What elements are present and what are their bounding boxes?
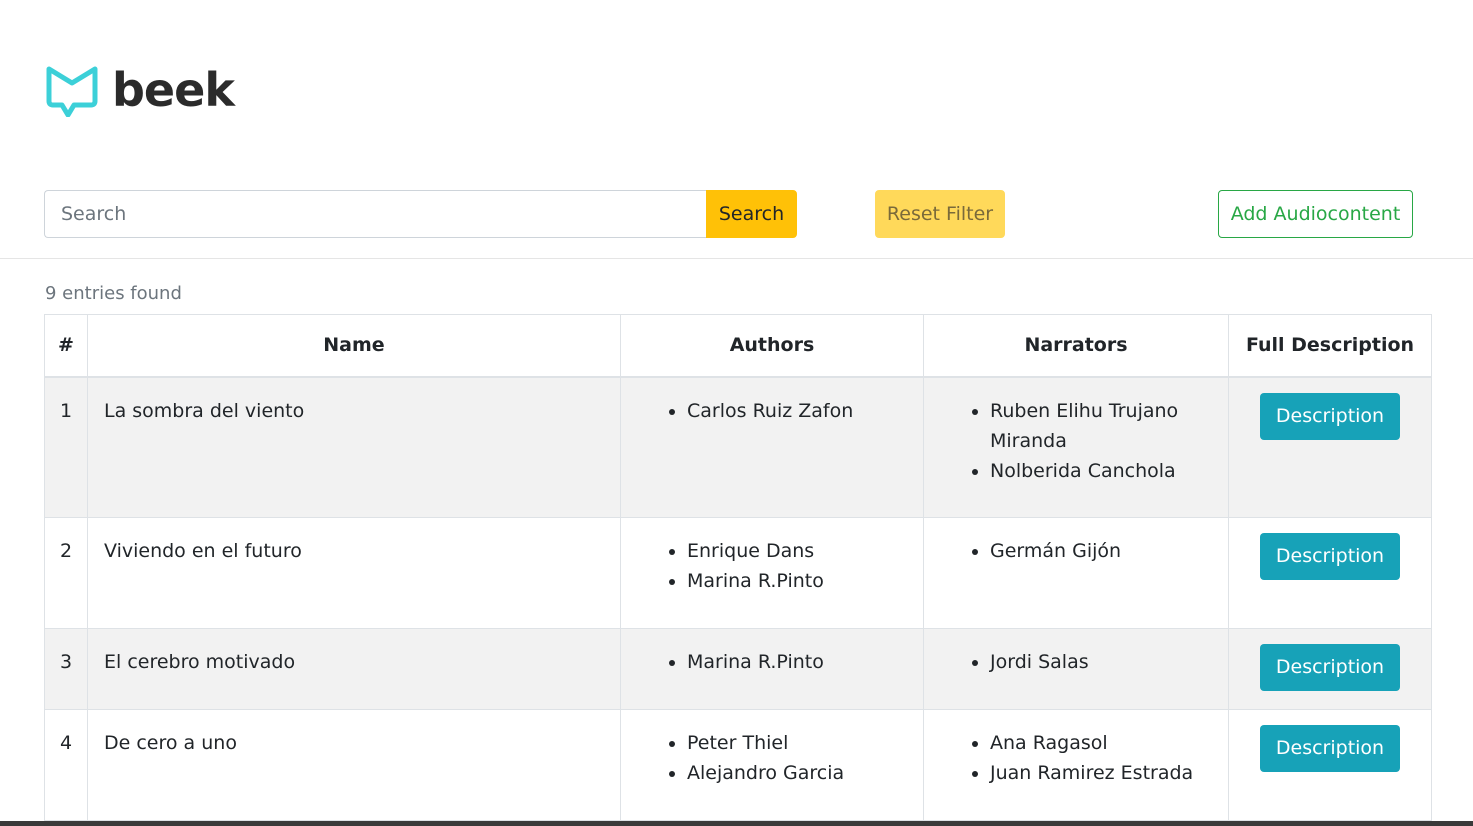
row-description-cell: Description xyxy=(1228,628,1432,710)
description-button[interactable]: Description xyxy=(1259,644,1401,691)
row-number: 2 xyxy=(44,517,88,629)
row-number: 3 xyxy=(44,628,88,710)
col-header-description: Full Description xyxy=(1228,314,1432,378)
row-number: 1 xyxy=(44,376,88,518)
table-header-row: # Name Authors Narrators Full Descriptio… xyxy=(44,314,1432,378)
row-authors: Carlos Ruiz Zafon xyxy=(620,376,924,518)
entries-count: 9 entries found xyxy=(45,283,182,304)
horizontal-scrollbar[interactable] xyxy=(0,821,1473,826)
brand-logo[interactable]: beek xyxy=(46,62,235,118)
row-authors: Peter Thiel Alejandro Garcia xyxy=(620,709,924,821)
author-item: Carlos Ruiz Zafon xyxy=(687,396,907,426)
author-item: Marina R.Pinto xyxy=(687,647,907,677)
row-description-cell: Description xyxy=(1228,376,1432,518)
table-row: 1 La sombra del viento Carlos Ruiz Zafon… xyxy=(44,376,1432,518)
narrator-item: Jordi Salas xyxy=(990,647,1212,677)
description-button[interactable]: Description xyxy=(1259,533,1401,580)
add-audiocontent-button[interactable]: Add Audiocontent xyxy=(1218,190,1413,238)
table-row: 3 El cerebro motivado Marina R.Pinto Jor… xyxy=(44,628,1432,710)
search-toolbar: Search Reset Filter Add Audiocontent xyxy=(44,190,1414,238)
narrator-item: Germán Gijón xyxy=(990,536,1212,566)
divider xyxy=(0,258,1473,259)
col-header-authors: Authors xyxy=(620,314,924,378)
search-button[interactable]: Search xyxy=(706,190,797,238)
description-button[interactable]: Description xyxy=(1259,392,1401,440)
narrator-item: Ana Ragasol xyxy=(990,728,1212,758)
narrator-item: Ruben Elihu Trujano Miranda xyxy=(990,396,1212,456)
author-item: Alejandro Garcia xyxy=(687,758,907,788)
author-item: Marina R.Pinto xyxy=(687,566,907,596)
book-chat-icon xyxy=(46,66,98,117)
row-narrators: Jordi Salas xyxy=(923,628,1229,710)
row-narrators: Germán Gijón xyxy=(923,517,1229,629)
row-authors: Marina R.Pinto xyxy=(620,628,924,710)
row-name: La sombra del viento xyxy=(87,376,621,518)
narrator-item: Nolberida Canchola xyxy=(990,456,1212,486)
row-description-cell: Description xyxy=(1228,517,1432,629)
row-number: 4 xyxy=(44,709,88,821)
brand-wordmark: beek xyxy=(112,63,235,117)
table-row: 2 Viviendo en el futuro Enrique Dans Mar… xyxy=(44,517,1432,629)
description-button[interactable]: Description xyxy=(1259,725,1401,772)
author-item: Enrique Dans xyxy=(687,536,907,566)
row-name: El cerebro motivado xyxy=(87,628,621,710)
col-header-name: Name xyxy=(87,314,621,378)
col-header-narrators: Narrators xyxy=(923,314,1229,378)
narrator-item: Juan Ramirez Estrada xyxy=(990,758,1212,788)
row-authors: Enrique Dans Marina R.Pinto xyxy=(620,517,924,629)
audiocontent-table: # Name Authors Narrators Full Descriptio… xyxy=(44,314,1432,821)
row-description-cell: Description xyxy=(1228,709,1432,821)
author-item: Peter Thiel xyxy=(687,728,907,758)
row-name: Viviendo en el futuro xyxy=(87,517,621,629)
col-header-num: # xyxy=(44,314,88,378)
row-narrators: Ana Ragasol Juan Ramirez Estrada xyxy=(923,709,1229,821)
row-narrators: Ruben Elihu Trujano Miranda Nolberida Ca… xyxy=(923,376,1229,518)
search-input[interactable] xyxy=(44,190,706,238)
reset-filter-button[interactable]: Reset Filter xyxy=(875,190,1005,238)
row-name: De cero a uno xyxy=(87,709,621,821)
table-row: 4 De cero a uno Peter Thiel Alejandro Ga… xyxy=(44,709,1432,821)
